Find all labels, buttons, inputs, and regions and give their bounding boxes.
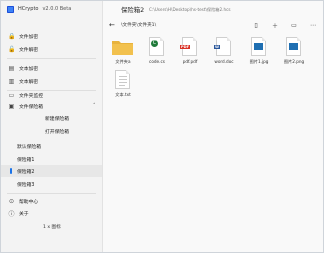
- app-window: HCrypto v2.0.0 Beta — □ ✕ 🔒 文件加密 🔓 文件解密 …: [0, 0, 324, 253]
- sidebar-item-text-decrypt[interactable]: ▥ 文本解密: [1, 75, 102, 87]
- more-icon[interactable]: ⋯: [308, 20, 318, 30]
- sidebar-item-vault-2[interactable]: 保险箱2: [1, 165, 102, 177]
- app-logo-icon: [7, 5, 14, 13]
- sidebar-item-about[interactable]: ⓘ 关于: [1, 207, 102, 219]
- sidebar-item-label: 关于: [19, 211, 29, 217]
- file-name: code.cs: [149, 59, 165, 64]
- sidebar-divider: [7, 58, 96, 59]
- file-name: 文本.txt: [115, 92, 131, 97]
- sidebar-item-new-vault[interactable]: 新建保险箱: [1, 112, 102, 124]
- text-lock-icon: ▤: [8, 64, 15, 72]
- file-item[interactable]: 文本.txt: [109, 69, 137, 103]
- sidebar-item-vault-3[interactable]: 保险箱3: [1, 178, 102, 190]
- sidebar-item-label: 帮助中心: [19, 199, 39, 205]
- page-title: 保险箱2: [121, 6, 145, 14]
- app-title: HCrypto: [18, 6, 39, 12]
- sidebar-divider: [7, 193, 96, 194]
- folder-icon: [112, 41, 133, 55]
- file-name: 文件夹a: [115, 59, 131, 64]
- active-indicator: [10, 168, 12, 174]
- sidebar-item-open-vault[interactable]: 打开保险箱: [1, 125, 102, 137]
- file-name: 图片2.png: [283, 59, 305, 64]
- info-icon: ⓘ: [8, 210, 15, 218]
- sidebar-item-file-encrypt[interactable]: 🔒 文件加密: [1, 30, 102, 42]
- text-unlock-icon: ▥: [8, 77, 15, 85]
- sidebar-item-label: 文件解密: [19, 47, 39, 53]
- text-file-icon: [115, 70, 130, 89]
- sidebar-item-vault-1[interactable]: 保险箱1: [1, 153, 102, 165]
- sidebar-item-label: 文件保险箱: [19, 104, 43, 110]
- open-folder-icon[interactable]: ▭: [289, 20, 299, 30]
- back-arrow-icon[interactable]: ←: [109, 21, 115, 29]
- file-item[interactable]: PDF pdf.pdf: [176, 36, 204, 70]
- cs-file-icon: C: [149, 37, 164, 56]
- file-name: 图片1.jpg: [249, 59, 269, 64]
- chevron-up-icon[interactable]: ˄: [93, 103, 96, 109]
- sidebar: 🔒 文件加密 🔓 文件解密 ▤ 文本加密 ▥ 文本解密 ▭ 文件夹监控 ▣ 文件…: [1, 17, 102, 252]
- help-icon: ⊙: [8, 197, 15, 205]
- breadcrumb: \文件夹\文件夹1\: [121, 23, 157, 28]
- sidebar-item-file-decrypt[interactable]: 🔓 文件解密: [1, 43, 102, 55]
- file-name: pdf.pdf: [182, 59, 198, 64]
- unlock-icon: 🔓: [8, 45, 16, 53]
- image-file-icon: [286, 37, 301, 56]
- main-panel: 保险箱2 C:\Users\H\Desktop\hs-test\保险箱2.hcs…: [102, 1, 323, 252]
- add-icon[interactable]: ＋: [270, 20, 280, 30]
- sidebar-item-label: 文件夹监控: [19, 93, 43, 99]
- folder-watch-icon: ▭: [8, 91, 15, 99]
- file-item[interactable]: C code.cs: [143, 36, 171, 70]
- word-file-icon: W: [214, 37, 231, 56]
- sidebar-item-vault[interactable]: ▣ 文件保险箱 ˄: [1, 100, 102, 112]
- sidebar-footer[interactable]: 1 x 图标: [43, 224, 61, 230]
- image-file-icon: [251, 37, 266, 56]
- sidebar-item-help[interactable]: ⊙ 帮助中心: [1, 195, 102, 207]
- pdf-file-icon: PDF: [180, 37, 197, 56]
- new-file-icon[interactable]: ▯: [251, 20, 261, 30]
- file-item[interactable]: W word.doc: [210, 36, 238, 70]
- lock-icon: 🔒: [8, 32, 16, 40]
- safe-icon: ▣: [8, 102, 15, 110]
- file-item[interactable]: 图片1.jpg: [245, 36, 273, 70]
- sidebar-item-label: 文件加密: [19, 34, 39, 40]
- sidebar-item-vault-default[interactable]: 默认保险箱: [1, 140, 102, 152]
- app-version: v2.0.0 Beta: [42, 6, 72, 12]
- sidebar-item-label: 文本解密: [19, 79, 39, 85]
- sidebar-item-label: 文本加密: [19, 66, 39, 72]
- file-item[interactable]: 文件夹a: [109, 36, 137, 70]
- sidebar-item-text-encrypt[interactable]: ▤ 文本加密: [1, 62, 102, 74]
- file-item[interactable]: 图片2.png: [280, 36, 308, 70]
- vault-path: C:\Users\H\Desktop\hs-test\保险箱2.hcs: [149, 7, 231, 12]
- file-name: word.doc: [214, 59, 234, 64]
